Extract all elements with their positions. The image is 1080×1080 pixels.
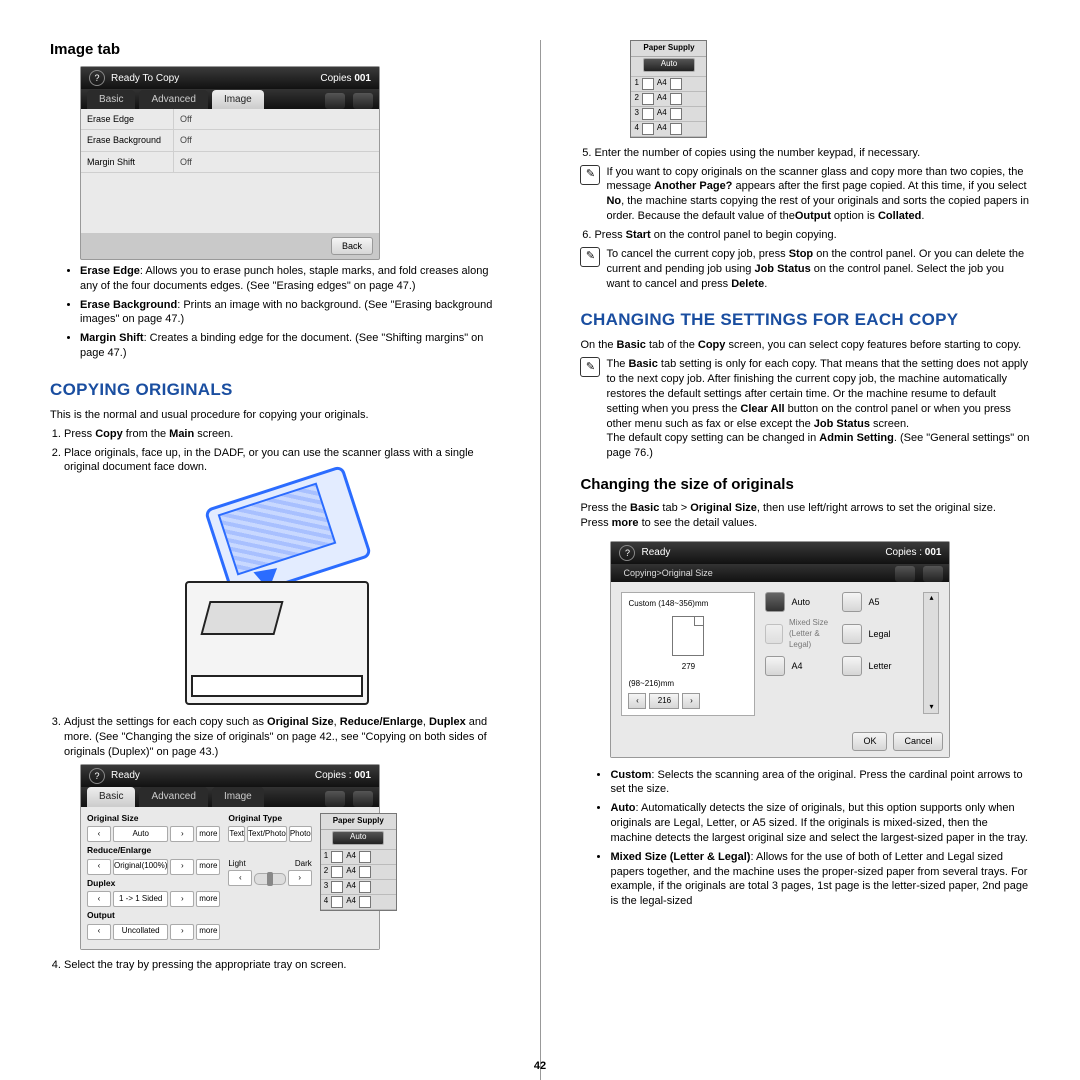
heading-image-tab: Image tab (50, 40, 500, 60)
status-text: Ready To Copy (111, 72, 179, 86)
heading-copying-originals: COPYING ORIGINALS (50, 379, 500, 402)
export-icon[interactable] (895, 566, 915, 582)
help-icon[interactable]: ? (89, 70, 105, 86)
home-icon[interactable] (923, 566, 943, 582)
note-cancel-job: To cancel the current copy job, press St… (606, 247, 1030, 292)
copy-intro: This is the normal and usual procedure f… (50, 408, 500, 423)
tab-advanced[interactable]: Advanced (139, 787, 207, 807)
home-icon[interactable] (353, 93, 373, 109)
opt-legal[interactable]: Legal (842, 618, 913, 650)
note-icon: ✎ (580, 165, 600, 185)
opt-a4[interactable]: A4 (765, 656, 836, 676)
original-size-panel: ? Ready Copies : 001 Copying>Original Si… (610, 541, 950, 758)
changing-intro: On the Basic tab of the Copy screen, you… (580, 338, 1030, 353)
column-divider (540, 40, 541, 1080)
image-tab-panel: ? Ready To Copy Copies 001 Basic Advance… (80, 66, 380, 260)
tab-basic[interactable]: Basic (87, 90, 135, 110)
opt-letter[interactable]: Letter (842, 656, 913, 676)
opt-mixed[interactable]: Mixed Size (Letter & Legal) (765, 618, 836, 650)
custom-size-box: Custom (148~356)mm 279 (98~216)mm ‹216› (621, 592, 755, 716)
note-basic-tab: The Basic tab setting is only for each c… (606, 357, 1030, 461)
note-icon: ✎ (580, 357, 600, 377)
step-5: Enter the number of copies using the num… (594, 146, 1030, 161)
tab-advanced[interactable]: Advanced (139, 90, 207, 110)
bullet-mixed: Mixed Size (Letter & Legal): Allows for … (610, 850, 1030, 909)
export-icon[interactable] (325, 791, 345, 807)
bullet-erase-bg: Erase Background: Prints an image with n… (80, 298, 500, 328)
step-4: Select the tray by pressing the appropri… (64, 958, 500, 973)
darkness-slider[interactable] (254, 873, 285, 885)
back-button[interactable]: Back (331, 237, 373, 255)
paper-supply-figure: Paper Supply Auto 1A4 2A4 3A4 4A4 (630, 40, 707, 138)
page-number: 42 (0, 1059, 1080, 1074)
tab-image[interactable]: Image (212, 90, 264, 110)
scrollbar[interactable]: ▴▾ (923, 592, 939, 714)
paper-supply: Paper Supply Auto 1A4 2A4 3A4 4A4 (320, 813, 397, 911)
home-icon[interactable] (353, 791, 373, 807)
bullet-erase-edge: Erase Edge: Allows you to erase punch ho… (80, 264, 500, 294)
printer-illustration (145, 485, 405, 705)
step-1: Press Copy from the Main screen. (64, 427, 500, 442)
opt-auto[interactable]: Auto (765, 592, 836, 612)
bullet-custom: Custom: Selects the scanning area of the… (610, 768, 1030, 798)
tab-basic[interactable]: Basic (87, 787, 135, 807)
basic-tab-panel: ? Ready Copies : 001 Basic Advanced Imag… (80, 764, 380, 950)
step-3: Adjust the settings for each copy such a… (64, 715, 500, 760)
note-icon: ✎ (580, 247, 600, 267)
tab-image[interactable]: Image (212, 787, 264, 807)
step-6: Press Start on the control panel to begi… (594, 228, 1030, 243)
help-icon[interactable]: ? (89, 768, 105, 784)
bullet-margin-shift: Margin Shift: Creates a binding edge for… (80, 331, 500, 361)
heading-changing-size: Changing the size of originals (580, 475, 1030, 495)
right-column: Paper Supply Auto 1A4 2A4 3A4 4A4 Enter … (580, 40, 1030, 1060)
opt-a5[interactable]: A5 (842, 592, 913, 612)
note-another-page: If you want to copy originals on the sca… (606, 165, 1030, 224)
ok-button[interactable]: OK (852, 732, 887, 750)
export-icon[interactable] (325, 93, 345, 109)
bullet-auto: Auto: Automatically detects the size of … (610, 801, 1030, 846)
breadcrumb: Copying>Original Size (617, 564, 718, 582)
step-2: Place originals, face up, in the DADF, o… (64, 446, 500, 476)
document-icon (672, 616, 704, 656)
left-column: Image tab ? Ready To Copy Copies 001 Bas… (50, 40, 500, 1060)
cancel-button[interactable]: Cancel (893, 732, 943, 750)
heading-changing-settings: CHANGING THE SETTINGS FOR EACH COPY (580, 309, 1030, 332)
help-icon[interactable]: ? (619, 545, 635, 561)
